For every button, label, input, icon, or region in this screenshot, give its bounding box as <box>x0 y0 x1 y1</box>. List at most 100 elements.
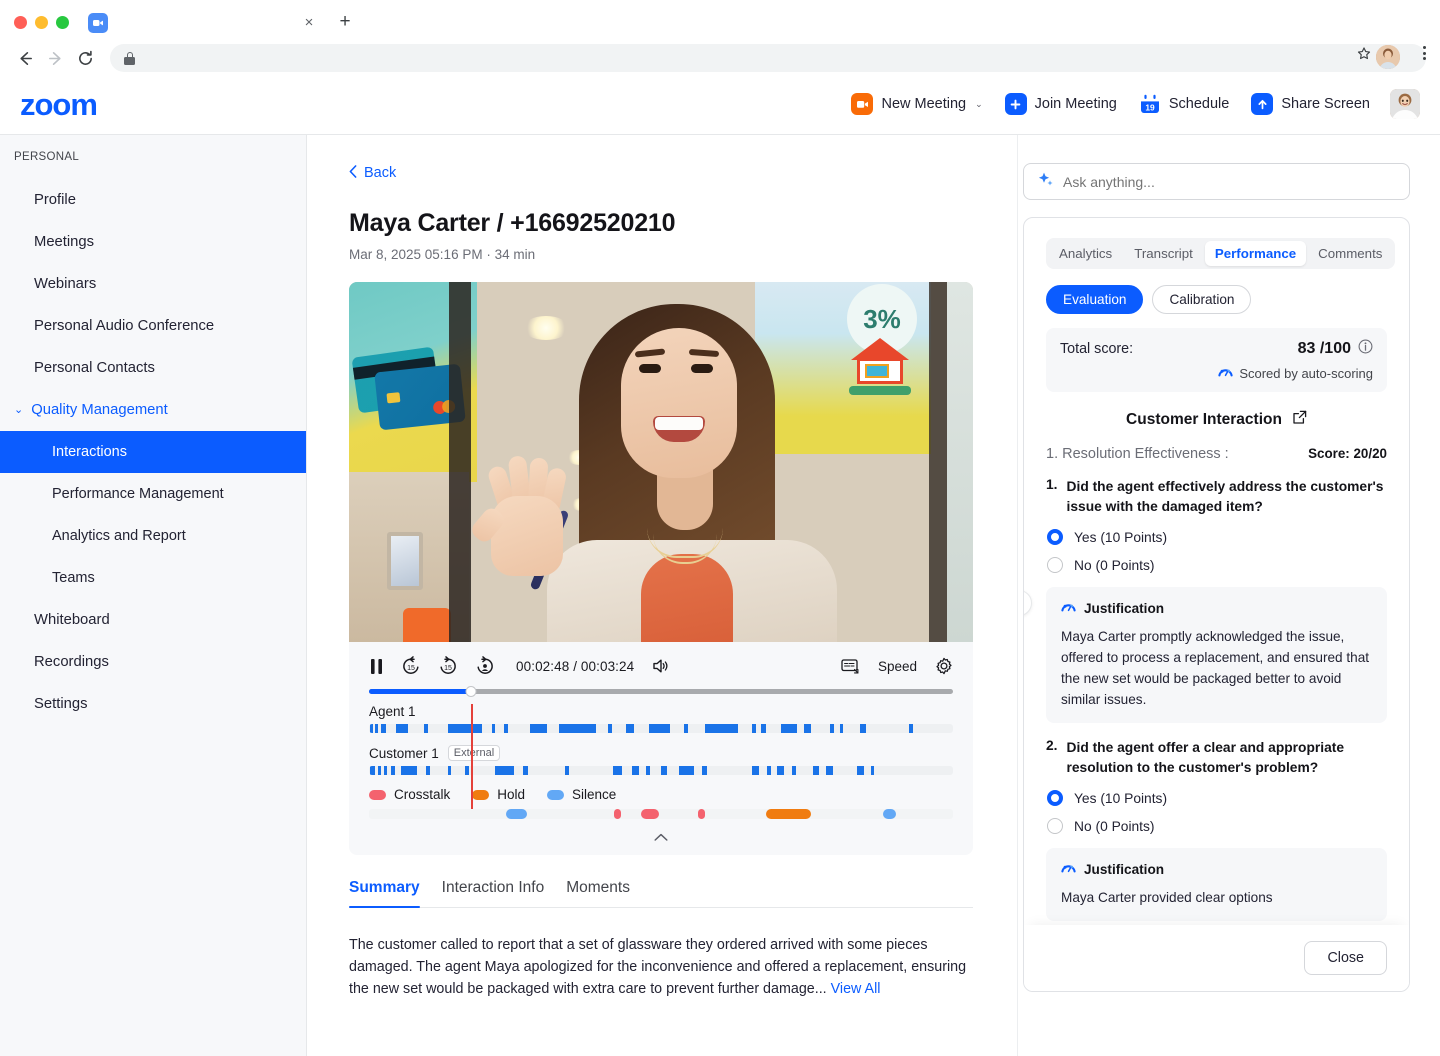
ask-anything-box[interactable] <box>1023 163 1410 200</box>
agent-waveform-track[interactable] <box>369 724 953 733</box>
back-button[interactable]: Back <box>349 165 1023 181</box>
tab-interaction-info[interactable]: Interaction Info <box>442 879 545 907</box>
share-screen-button[interactable]: Share Screen <box>1245 89 1376 119</box>
criterion-label: 1. Resolution Effectiveness : <box>1046 446 1229 462</box>
browser-reload-icon[interactable] <box>70 43 100 73</box>
legend-label: Silence <box>572 787 616 802</box>
auto-scoring-icon <box>1218 365 1233 382</box>
sidebar-item-settings[interactable]: Settings <box>0 683 306 725</box>
external-link-icon[interactable] <box>1292 410 1307 430</box>
timeline-event <box>506 809 527 819</box>
speech-segment <box>830 724 834 733</box>
close-button[interactable]: Close <box>1304 941 1387 975</box>
tab-moments[interactable]: Moments <box>566 879 630 907</box>
speed-button[interactable]: Speed <box>878 659 917 674</box>
justification-text: Maya Carter promptly acknowledged the is… <box>1061 626 1372 710</box>
browser-profile-avatar[interactable] <box>1376 45 1400 69</box>
sidebar-item-webinars[interactable]: Webinars <box>0 263 306 305</box>
sidebar-item-teams[interactable]: Teams <box>0 557 306 599</box>
sidebar-item-interactions[interactable]: Interactions <box>0 431 306 473</box>
sidebar-item-personal-audio-conference[interactable]: Personal Audio Conference <box>0 305 306 347</box>
captions-icon[interactable] <box>841 658 860 674</box>
auto-scoring-icon <box>1061 600 1076 617</box>
svg-text:15: 15 <box>444 665 452 672</box>
sidebar-item-meetings[interactable]: Meetings <box>0 221 306 263</box>
zoom-logo[interactable]: zoom <box>20 89 97 120</box>
sidebar-item-performance-management[interactable]: Performance Management <box>0 473 306 515</box>
tab-summary[interactable]: Summary <box>349 879 420 907</box>
seek-handle[interactable] <box>466 686 477 697</box>
schedule-button[interactable]: 19 Schedule <box>1133 89 1235 119</box>
sidebar-item-profile[interactable]: Profile <box>0 179 306 221</box>
agent-track-label: Agent 1 <box>369 704 953 719</box>
new-meeting-button[interactable]: New Meeting ⌄ <box>845 89 988 119</box>
speech-segment <box>761 724 765 733</box>
sidebar-group-quality-management[interactable]: ⌄ Quality Management <box>0 389 306 431</box>
close-tab-button[interactable]: × <box>298 11 320 33</box>
auto-scoring-icon <box>1061 861 1076 878</box>
tab-transcript[interactable]: Transcript <box>1124 241 1203 266</box>
forward-15-icon[interactable]: 15 <box>438 656 458 676</box>
minimize-window-button[interactable] <box>35 16 48 29</box>
justification-title: Justification <box>1084 601 1164 616</box>
participant-figure <box>517 304 857 642</box>
collapse-timeline-icon[interactable] <box>369 831 953 845</box>
browser-menu-icon[interactable] <box>1423 46 1426 60</box>
speech-segment <box>523 766 529 775</box>
maximize-window-button[interactable] <box>56 16 69 29</box>
tab-analytics[interactable]: Analytics <box>1049 241 1122 266</box>
ask-input[interactable] <box>1063 174 1396 190</box>
browser-forward-icon[interactable] <box>40 43 70 73</box>
radio-unselected-icon[interactable] <box>1047 557 1063 573</box>
skip-to-speaker-icon[interactable] <box>475 656 495 676</box>
q1-option-no[interactable]: No (0 Points) <box>1046 557 1387 573</box>
app-header: zoom New Meeting ⌄ Join Meeting 19 <box>0 74 1440 135</box>
volume-icon[interactable] <box>651 657 669 675</box>
rewind-15-icon[interactable]: 15 <box>401 656 421 676</box>
sidebar-item-analytics-and-report[interactable]: Analytics and Report <box>0 515 306 557</box>
timeline-event <box>614 809 621 819</box>
chevron-down-icon[interactable]: ⌄ <box>975 99 983 110</box>
option-label: No (0 Points) <box>1074 558 1155 573</box>
radio-selected-icon[interactable] <box>1047 790 1063 806</box>
radio-unselected-icon[interactable] <box>1047 818 1063 834</box>
address-bar[interactable] <box>110 44 1426 72</box>
segment-evaluation[interactable]: Evaluation <box>1046 285 1143 314</box>
q2-option-no[interactable]: No (0 Points) <box>1046 818 1387 834</box>
tab-performance[interactable]: Performance <box>1205 241 1306 266</box>
tab-comments[interactable]: Comments <box>1308 241 1392 266</box>
svg-text:19: 19 <box>1145 102 1155 112</box>
browser-back-icon[interactable] <box>10 43 40 73</box>
q2-option-yes[interactable]: Yes (10 Points) <box>1046 790 1387 806</box>
seek-bar[interactable] <box>369 689 953 694</box>
event-track[interactable] <box>369 809 953 819</box>
bookmark-star-icon[interactable] <box>1356 46 1372 66</box>
gear-icon[interactable] <box>935 657 953 675</box>
close-window-button[interactable] <box>14 16 27 29</box>
view-all-link[interactable]: View All <box>831 981 881 997</box>
sidebar-item-whiteboard[interactable]: Whiteboard <box>0 599 306 641</box>
performance-scroll-area[interactable]: Analytics Transcript Performance Comment… <box>1024 218 1409 925</box>
sidebar-item-recordings[interactable]: Recordings <box>0 641 306 683</box>
orange-chair <box>403 608 451 642</box>
speech-segment <box>781 724 797 733</box>
join-meeting-button[interactable]: Join Meeting <box>999 89 1123 119</box>
speech-segment <box>857 766 864 775</box>
sidebar-label: Quality Management <box>31 402 168 418</box>
sidebar: PERSONAL Profile Meetings Webinars Perso… <box>0 135 307 1056</box>
segment-calibration[interactable]: Calibration <box>1152 285 1251 314</box>
pause-icon[interactable] <box>369 658 384 675</box>
video-thumbnail[interactable]: 3% <box>349 282 973 642</box>
new-tab-button[interactable]: + <box>334 11 356 33</box>
radio-selected-icon[interactable] <box>1047 529 1063 545</box>
info-icon[interactable] <box>1358 339 1373 359</box>
user-avatar[interactable] <box>1390 89 1420 119</box>
speech-segment <box>752 724 756 733</box>
speech-segment <box>370 724 373 733</box>
sidebar-item-personal-contacts[interactable]: Personal Contacts <box>0 347 306 389</box>
q1-option-yes[interactable]: Yes (10 Points) <box>1046 529 1387 545</box>
section-tabs: Summary Interaction Info Moments <box>349 879 973 908</box>
speech-segment <box>871 766 874 775</box>
total-score-box: Total score: 83 /100 Scored by auto-sc <box>1046 328 1387 392</box>
customer-waveform-track[interactable] <box>369 766 953 775</box>
